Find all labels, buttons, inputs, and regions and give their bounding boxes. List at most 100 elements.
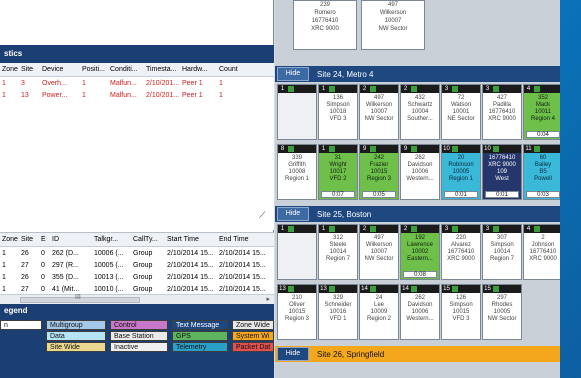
- cell-body: 242 Frazier 10015 Region 3: [360, 153, 398, 183]
- table-cell: 2/10/2014 15...: [167, 250, 214, 257]
- cell-text: Wright: [329, 162, 347, 168]
- column-header[interactable]: Timesta...: [144, 63, 180, 76]
- column-header[interactable]: Zone: [0, 63, 19, 76]
- legend-item: Inactive: [110, 342, 168, 352]
- column-header[interactable]: Site: [19, 233, 39, 246]
- column-header[interactable]: CallTy...: [131, 233, 165, 246]
- column-header[interactable]: Start Time: [165, 233, 217, 246]
- call-timer: 0:08: [403, 271, 437, 278]
- table-row[interactable]: 1 13 Power... 1 Malfun... 2/10/201... Peer 1 1: [0, 89, 274, 101]
- site-cell[interactable]: 239 Romero 16776410 XRC 9000: [293, 0, 357, 50]
- hide-button[interactable]: Hide: [277, 347, 309, 361]
- call-timer: 0:03: [526, 191, 560, 198]
- column-header[interactable]: Positi...: [80, 63, 108, 76]
- site-cell[interactable]: 4 2 Johnson 16776410 XRC 9000: [523, 224, 560, 280]
- cell-number: 2: [403, 226, 408, 232]
- table-row[interactable]: 1 26 0 355 (D... 10013 (... Group 2/10/2014 15…: [0, 271, 274, 283]
- column-header[interactable]: Zone: [0, 233, 19, 246]
- table-cell: Malfun...: [110, 80, 137, 87]
- column-header[interactable]: Conditi...: [108, 63, 144, 76]
- cell-text: 16776410: [488, 109, 516, 115]
- table-row[interactable]: 1 3 Overh... 1 Malfun... 2/10/201... Peer 1 1: [0, 77, 274, 89]
- site-cell[interactable]: 497 Wilkerson 10007 NW Sector: [361, 0, 425, 50]
- site-cell[interactable]: 13 210 Oliver 10015 Region 3: [277, 284, 317, 340]
- site-cell[interactable]: 15 297 Rhodes 10005 NW Sector: [482, 284, 522, 340]
- site-cell[interactable]: 4 352 Mack 10011 Region 4 0:04: [523, 84, 560, 140]
- column-header[interactable]: Count: [217, 63, 249, 76]
- cell-text: Rhodes: [491, 302, 513, 308]
- cell-text: Region 3: [366, 176, 392, 182]
- column-header[interactable]: Hardw...: [180, 63, 217, 76]
- cell-number: 4: [526, 86, 531, 92]
- column-header[interactable]: Talkgr...: [92, 233, 131, 246]
- site-cell[interactable]: 9 262 Davidson 10006 Western...: [400, 144, 440, 200]
- legend-item: Multigroup: [46, 320, 106, 330]
- cell-status-bar: 13: [319, 285, 357, 293]
- site-cell[interactable]: 8 339 Griffith 10008 Region 1: [277, 144, 317, 200]
- site-cell[interactable]: 2 192 Lawrence 10002 Eastern... 0:08: [400, 224, 440, 280]
- table-row[interactable]: 1 27 0 297 (R... 10005 (... Group 2/10/2014 15…: [0, 259, 274, 271]
- cell-text: 192: [414, 235, 425, 241]
- column-header[interactable]: Site: [19, 63, 40, 76]
- cell-number: 3: [485, 226, 490, 232]
- site-cell[interactable]: 1 136 Simpson 10018 VFD 3: [318, 84, 358, 140]
- cell-text: Region 1: [284, 176, 310, 182]
- table-row[interactable]: 1 26 0 262 (D... 10006 (... Group 2/10/2014 15…: [0, 247, 274, 259]
- site-cell[interactable]: 3 427 Padilla 16776410 XRC 9000: [482, 84, 522, 140]
- site-cell[interactable]: 3 72 Watson 10001 NE Sector: [441, 84, 481, 140]
- column-header[interactable]: ID: [50, 233, 92, 246]
- status-indicator: [493, 226, 499, 232]
- site-cell[interactable]: 10 16776410 XRC 9000 109 West 0:01: [482, 144, 522, 200]
- scroll-right-icon[interactable]: ▸: [266, 295, 270, 303]
- site-cell[interactable]: 2 497 Wilkerson 10007 NW Sector: [359, 224, 399, 280]
- cell-text: Schwartz: [407, 102, 433, 108]
- table-cell: 1: [2, 80, 6, 87]
- site-cell[interactable]: 15 126 Simpson 10015 VFD 3: [441, 284, 481, 340]
- site-cell[interactable]: 9 242 Frazier 10015 Region 3 0:05: [359, 144, 399, 200]
- site-26-name: Site 26, Springfield: [317, 350, 385, 359]
- cell-number: 1: [321, 226, 326, 232]
- table-cell: 1: [2, 262, 6, 269]
- site-cell[interactable]: 3 220 Alvarez 16776410 XRC 9000: [441, 224, 481, 280]
- cell-text: Wilkerson: [365, 102, 393, 108]
- legend-item: Base Station: [110, 331, 168, 341]
- table-cell: Group: [133, 250, 153, 257]
- site-cell[interactable]: 1 31 Wright 10017 VFD 2 0:07: [318, 144, 358, 200]
- cell-text: Region 7: [325, 256, 351, 262]
- table-cell: 10013 (...: [94, 274, 124, 281]
- table-cell: Power...: [42, 92, 68, 99]
- calls-scrollbar[interactable]: III ▸: [0, 294, 274, 304]
- hide-button[interactable]: Hide: [277, 207, 309, 221]
- cell-text: 10016: [329, 309, 347, 315]
- cell-text: Romero: [314, 10, 336, 16]
- cell-text: Region 1: [448, 176, 474, 182]
- cell-status-bar: 4: [524, 85, 560, 93]
- site-cell[interactable]: 1 312 Steele 10014 Region 7: [318, 224, 358, 280]
- cell-status-bar: 3: [442, 85, 480, 93]
- hide-button[interactable]: Hide: [277, 67, 309, 81]
- cell-text: 16776410: [488, 155, 516, 161]
- site-cell[interactable]: 14 262 Davidson 10006 Western...: [400, 284, 440, 340]
- legend: n Multigroup Control Text Message Zone Wide D…: [0, 318, 274, 378]
- site-cell[interactable]: 13 329 Schneider 10016 VFD 1: [318, 284, 358, 340]
- site-cell[interactable]: 1: [277, 224, 317, 280]
- pin-icon[interactable]: ⟋: [259, 210, 269, 220]
- site-cell[interactable]: 1: [277, 84, 317, 140]
- legend-item: Packet Dat: [232, 342, 274, 352]
- column-header[interactable]: Device: [40, 63, 80, 76]
- column-header[interactable]: E: [39, 233, 50, 246]
- status-indicator: [493, 86, 499, 92]
- column-header[interactable]: End Time: [217, 233, 274, 246]
- site-cell[interactable]: 2 497 Wilkerson 10007 NW Sector: [359, 84, 399, 140]
- site-cell[interactable]: 2 432 Schwartz 10004 Souther...: [400, 84, 440, 140]
- status-indicator: [452, 86, 458, 92]
- site-cell[interactable]: 11 60 Bailey B5 Powell 0:03: [523, 144, 560, 200]
- cell-text: 262: [414, 155, 425, 161]
- site-cell[interactable]: 14 24 Lee 10009 Region 2: [359, 284, 399, 340]
- call-timer: 0:01: [444, 191, 478, 198]
- site-cell[interactable]: 10 20 Robinson 10005 Region 1 0:01: [441, 144, 481, 200]
- cell-text: 329: [332, 295, 343, 301]
- cell-number: 2: [362, 226, 367, 232]
- alarms-table: Zone Site Device Positi... Conditi... Timesta…: [0, 63, 274, 175]
- site-cell[interactable]: 3 307 Simpson 10014 Region 7: [482, 224, 522, 280]
